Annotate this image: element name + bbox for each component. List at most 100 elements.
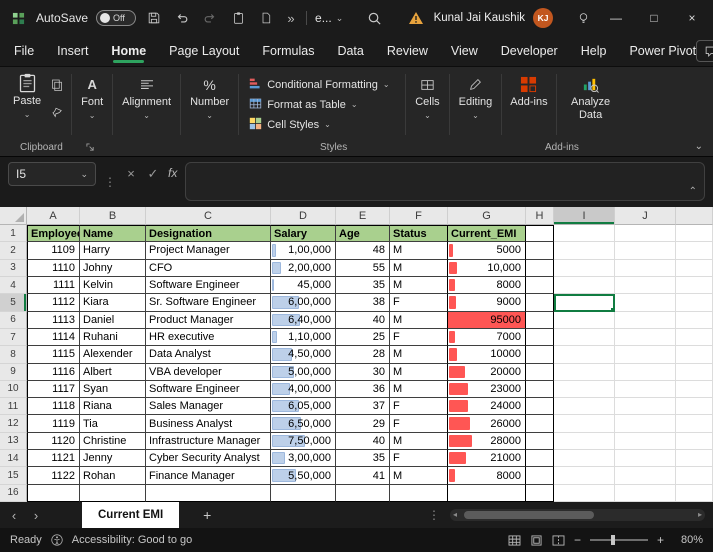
menu-power-pivot[interactable]: Power Pivot xyxy=(629,40,696,62)
cell-styles-button[interactable]: Cell Styles ⌄ xyxy=(249,115,395,134)
selection-fill-handle[interactable] xyxy=(611,307,614,311)
cell-I1[interactable] xyxy=(554,225,615,243)
cell-B1[interactable]: Name xyxy=(80,225,146,243)
enter-icon[interactable]: ✓ xyxy=(146,166,160,182)
cell-F8[interactable]: M xyxy=(390,346,448,364)
cell-C15[interactable]: Finance Manager xyxy=(146,467,271,485)
cell-G2[interactable]: 5000 xyxy=(448,242,526,260)
cell-D16[interactable] xyxy=(271,484,336,502)
cell-D15[interactable]: 5,50,000 xyxy=(271,467,336,485)
cell-E8[interactable]: 28 xyxy=(336,346,390,364)
cell-x16[interactable] xyxy=(676,484,713,502)
cell-J12[interactable] xyxy=(615,415,676,433)
cell-C14[interactable]: Cyber Security Analyst xyxy=(146,450,271,468)
cell-G9[interactable]: 20000 xyxy=(448,363,526,381)
cell-A3[interactable]: 1110 xyxy=(27,259,80,277)
cell-I11[interactable] xyxy=(554,398,615,416)
zoom-slider[interactable] xyxy=(589,535,648,545)
cell-C7[interactable]: HR executive xyxy=(146,328,271,347)
zoom-out-button[interactable]: − xyxy=(574,533,581,547)
cell-C13[interactable]: Infrastructure Manager xyxy=(146,432,271,451)
cell-x13[interactable] xyxy=(676,432,713,451)
cell-G5[interactable]: 9000 xyxy=(448,294,526,312)
cell-B13[interactable]: Christine xyxy=(80,432,146,451)
cell-G1[interactable]: Current_EMI xyxy=(448,225,526,243)
cell-E2[interactable]: 48 xyxy=(336,242,390,260)
cell-A10[interactable]: 1117 xyxy=(27,380,80,399)
cell-C5[interactable]: Sr. Software Engineer xyxy=(146,294,271,312)
row-header-13[interactable]: 13 xyxy=(0,432,27,451)
cell-G12[interactable]: 26000 xyxy=(448,415,526,433)
cell-A2[interactable]: 1109 xyxy=(27,242,80,260)
cell-B15[interactable]: Rohan xyxy=(80,467,146,485)
clipboard-icon[interactable] xyxy=(228,8,248,28)
cell-H6[interactable] xyxy=(526,311,554,329)
editing-group-button[interactable]: Editing ⌄ xyxy=(454,71,498,138)
cell-C6[interactable]: Product Manager xyxy=(146,311,271,329)
cell-J3[interactable] xyxy=(615,259,676,277)
cell-E7[interactable]: 25 xyxy=(336,328,390,347)
zoom-slider-thumb[interactable] xyxy=(610,535,615,545)
cell-I7[interactable] xyxy=(554,328,615,347)
cell-D5[interactable]: 6,00,000 xyxy=(271,294,336,312)
cell-B14[interactable]: Jenny xyxy=(80,450,146,468)
column-header-D[interactable]: D xyxy=(271,207,336,225)
row-header-15[interactable]: 15 xyxy=(0,467,27,485)
menu-file[interactable]: File xyxy=(14,40,34,62)
cell-F12[interactable]: F xyxy=(390,415,448,433)
cell-E13[interactable]: 40 xyxy=(336,432,390,451)
cell-C9[interactable]: VBA developer xyxy=(146,363,271,381)
zoom-in-button[interactable]: + xyxy=(657,533,664,547)
cell-A14[interactable]: 1121 xyxy=(27,450,80,468)
cell-G4[interactable]: 8000 xyxy=(448,276,526,295)
cell-F4[interactable]: M xyxy=(390,276,448,295)
cell-E15[interactable]: 41 xyxy=(336,467,390,485)
cell-A6[interactable]: 1113 xyxy=(27,311,80,329)
cell-G8[interactable]: 10000 xyxy=(448,346,526,364)
cell-x9[interactable] xyxy=(676,363,713,381)
cell-G7[interactable]: 7000 xyxy=(448,328,526,347)
cell-A16[interactable] xyxy=(27,484,80,502)
search-icon[interactable] xyxy=(364,8,384,28)
cell-H16[interactable] xyxy=(526,484,554,502)
expand-formula-bar-icon[interactable]: ⌃ xyxy=(689,186,697,197)
cell-I5[interactable] xyxy=(554,294,615,312)
analyze-data-button[interactable]: Analyze Data xyxy=(561,71,621,138)
row-header-14[interactable]: 14 xyxy=(0,450,27,468)
cell-B5[interactable]: Kiara xyxy=(80,294,146,312)
column-header-C[interactable]: C xyxy=(146,207,271,225)
row-header-1[interactable]: 1 xyxy=(0,225,27,243)
cell-E16[interactable] xyxy=(336,484,390,502)
cell-G13[interactable]: 28000 xyxy=(448,432,526,451)
format-painter-button[interactable] xyxy=(51,106,64,121)
menu-review[interactable]: Review xyxy=(387,40,428,62)
cell-H14[interactable] xyxy=(526,450,554,468)
cell-I2[interactable] xyxy=(554,242,615,260)
cell-D8[interactable]: 4,50,000 xyxy=(271,346,336,364)
cell-J2[interactable] xyxy=(615,242,676,260)
menu-formulas[interactable]: Formulas xyxy=(262,40,314,62)
cell-I15[interactable] xyxy=(554,467,615,485)
cell-x2[interactable] xyxy=(676,242,713,260)
cell-H9[interactable] xyxy=(526,363,554,381)
cell-D14[interactable]: 3,00,000 xyxy=(271,450,336,468)
cell-J8[interactable] xyxy=(615,346,676,364)
cell-D2[interactable]: 1,00,000 xyxy=(271,242,336,260)
cell-J4[interactable] xyxy=(615,276,676,295)
cell-F1[interactable]: Status xyxy=(390,225,448,243)
cell-A12[interactable]: 1119 xyxy=(27,415,80,433)
sheet-nav-left-icon[interactable]: ‹ xyxy=(8,508,20,523)
cell-A1[interactable]: Employee xyxy=(27,225,80,243)
sheet-tab-current-emi[interactable]: Current EMI xyxy=(82,502,180,528)
cell-x11[interactable] xyxy=(676,398,713,416)
save-icon[interactable] xyxy=(144,8,164,28)
cell-B2[interactable]: Harry xyxy=(80,242,146,260)
cell-E5[interactable]: 38 xyxy=(336,294,390,312)
menu-data[interactable]: Data xyxy=(337,40,363,62)
menu-view[interactable]: View xyxy=(451,40,478,62)
cell-x4[interactable] xyxy=(676,276,713,295)
cell-B12[interactable]: Tia xyxy=(80,415,146,433)
scroll-left-icon[interactable]: ◂ xyxy=(453,510,457,519)
menu-developer[interactable]: Developer xyxy=(501,40,558,62)
cell-F2[interactable]: M xyxy=(390,242,448,260)
